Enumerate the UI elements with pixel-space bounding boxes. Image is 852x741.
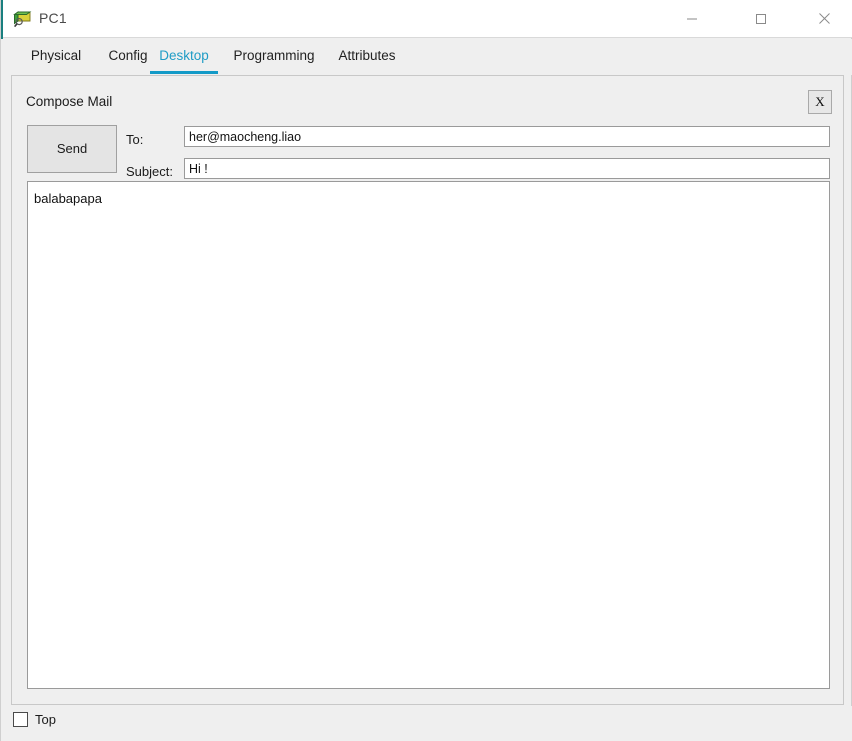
to-input[interactable] bbox=[184, 126, 830, 147]
close-icon bbox=[801, 12, 847, 25]
window-footer: Top bbox=[1, 706, 852, 741]
message-body-textarea[interactable]: balabapapa bbox=[27, 181, 830, 689]
subject-input[interactable] bbox=[184, 158, 830, 179]
compose-mail-heading: Compose Mail bbox=[26, 94, 113, 109]
top-checkbox-label: Top bbox=[35, 712, 56, 727]
minimize-icon bbox=[669, 13, 715, 25]
to-label: To: bbox=[126, 132, 144, 147]
window-edge-accent bbox=[1, 0, 3, 39]
top-checkbox[interactable] bbox=[13, 712, 28, 727]
tab-strip: Physical Config Desktop Programming Attr… bbox=[1, 39, 852, 75]
pc-device-icon bbox=[13, 9, 33, 29]
maximize-icon bbox=[738, 13, 784, 25]
title-bar: PC1 bbox=[1, 0, 852, 39]
compose-mail-panel: Compose Mail X Send To: Subject: balabap… bbox=[11, 75, 844, 705]
maximize-button[interactable] bbox=[738, 0, 784, 37]
application-window: PC1 Physical Config Desktop Programming … bbox=[0, 0, 852, 741]
subject-label: Subject: bbox=[126, 164, 173, 179]
minimize-button[interactable] bbox=[669, 0, 715, 37]
tab-desktop[interactable]: Desktop bbox=[147, 39, 221, 74]
tab-programming[interactable]: Programming bbox=[219, 39, 329, 74]
close-button[interactable] bbox=[801, 0, 847, 37]
tab-attributes[interactable]: Attributes bbox=[323, 39, 411, 74]
window-title: PC1 bbox=[39, 10, 67, 26]
tab-physical[interactable]: Physical bbox=[15, 39, 97, 74]
send-button[interactable]: Send bbox=[27, 125, 117, 173]
close-compose-button[interactable]: X bbox=[808, 90, 832, 114]
